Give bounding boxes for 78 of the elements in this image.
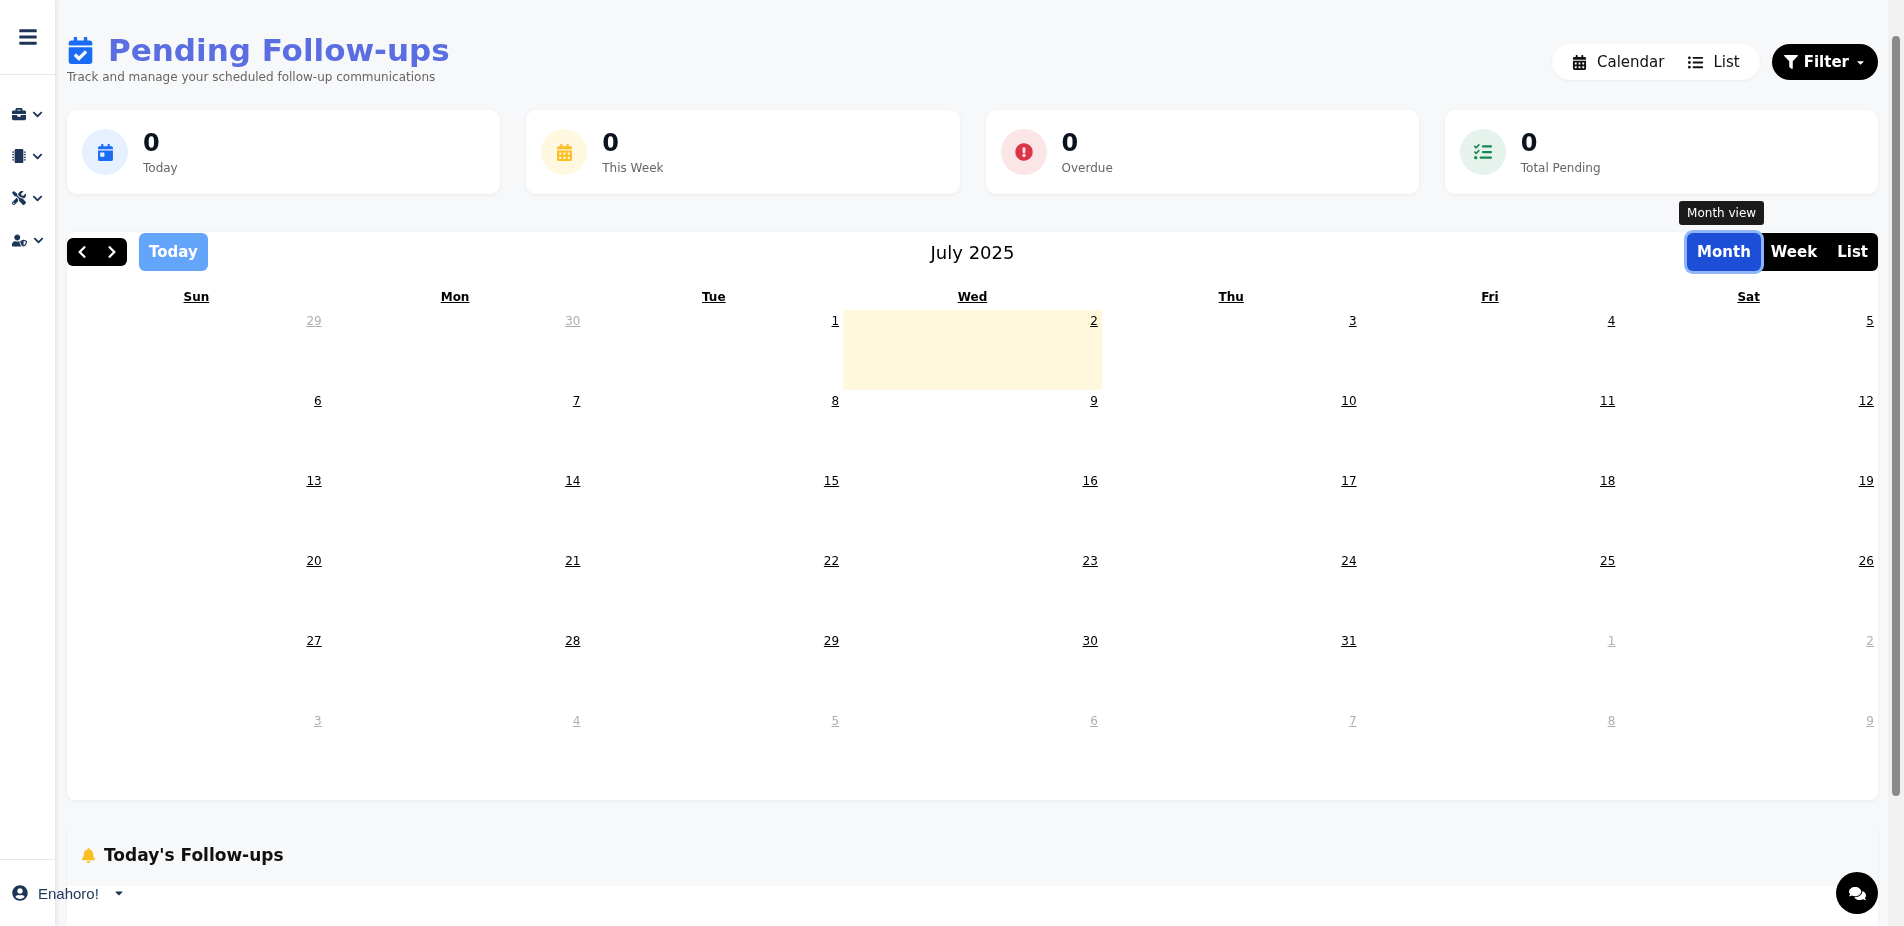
chip-icon [12,149,26,163]
stat-value: 0 [1520,129,1539,157]
day-number[interactable]: 30 [1082,634,1098,648]
weekday-heading: Tue [701,289,727,306]
chat-icon [1848,884,1866,902]
day-number[interactable]: 25 [1600,554,1616,568]
day-number[interactable]: 18 [1600,474,1616,488]
calendar-icon [82,129,128,175]
page-title: Pending Follow-ups [108,32,450,68]
day-number[interactable]: 31 [1341,634,1357,648]
weekday-heading: Wed [956,289,989,306]
user-icon [12,885,28,901]
filter-icon [1783,55,1798,69]
bell-icon [81,847,96,863]
stat-value: 0 [602,129,620,157]
view-tab[interactable]: Month [1687,233,1761,271]
day-number[interactable]: 7 [572,394,581,408]
day-number[interactable]: 22 [823,554,840,568]
user-shield-icon [11,233,27,248]
day-number[interactable]: 20 [306,554,322,568]
day-number[interactable]: 16 [1082,474,1098,488]
calendar-title: July 2025 [930,241,1015,263]
day-number[interactable]: 6 [314,394,322,408]
day-number[interactable]: 14 [565,474,581,488]
day-number[interactable]: 24 [1341,554,1357,568]
day-number[interactable]: 21 [565,554,581,568]
day-number[interactable]: 28 [565,634,581,648]
filter-button[interactable]: Filter [1771,44,1878,80]
section-title: Today's Follow-ups [104,845,284,865]
calendar-icon [1572,54,1588,70]
list-icon [1688,54,1704,70]
checklist-icon [1459,129,1506,175]
day-number[interactable]: 11 [1600,394,1616,408]
day-number[interactable]: 23 [1082,554,1098,568]
weekday-heading: Mon [439,289,471,306]
calendar-check-icon [67,36,94,64]
day-number[interactable]: 19 [1858,474,1874,488]
weekday-heading: Sun [182,289,211,306]
weekday-heading: Thu [1217,289,1245,306]
stat-label: This Week [602,161,664,175]
view-toggle[interactable]: Calendar [1560,44,1677,80]
view-tab[interactable]: Week [1760,233,1828,271]
day-number[interactable]: 10 [1341,394,1357,408]
stat-value: 0 [143,129,161,157]
tooltip: Month view [1679,201,1765,225]
tools-icon [12,191,26,205]
day-number[interactable]: 5 [1866,314,1874,328]
day-number[interactable]: 27 [306,634,322,648]
weekday-heading: Sat [1736,289,1761,306]
sidebar-item[interactable] [10,189,45,207]
day-number[interactable]: 1 [831,314,840,328]
stat-label: Total Pending [1520,161,1601,175]
stat-value: 0 [1061,129,1080,157]
weekday-heading: Fri [1480,289,1500,306]
page-subtitle: Track and manage your scheduled follow-up communications [67,70,437,84]
day-number[interactable]: 12 [1858,394,1874,408]
sidebar-item[interactable] [10,105,45,123]
alert-icon [1000,129,1047,175]
day-number[interactable]: 17 [1341,474,1357,488]
stat-label: Today [143,161,178,175]
day-number[interactable]: 9 [1090,394,1098,408]
sidebar-item[interactable] [10,147,45,165]
day-number[interactable]: 2 [1090,314,1098,328]
stat-label: Overdue [1061,161,1113,175]
day-number[interactable]: 3 [1348,314,1357,328]
day-number[interactable]: 8 [831,394,840,408]
day-number[interactable]: 26 [1858,554,1874,568]
user-menu[interactable]: Enahoro! [12,884,125,902]
scrollbar[interactable] [1888,0,1904,926]
view-toggle[interactable]: List [1676,44,1752,80]
view-tab[interactable]: List [1827,233,1878,271]
day-number[interactable]: 13 [306,474,322,488]
day-number[interactable]: 15 [823,474,840,488]
day-number[interactable]: 29 [823,634,840,648]
day-number[interactable]: 4 [1607,314,1616,328]
chevron-down-icon [32,235,44,246]
briefcase-icon [12,107,26,121]
calendar-icon [541,129,588,175]
